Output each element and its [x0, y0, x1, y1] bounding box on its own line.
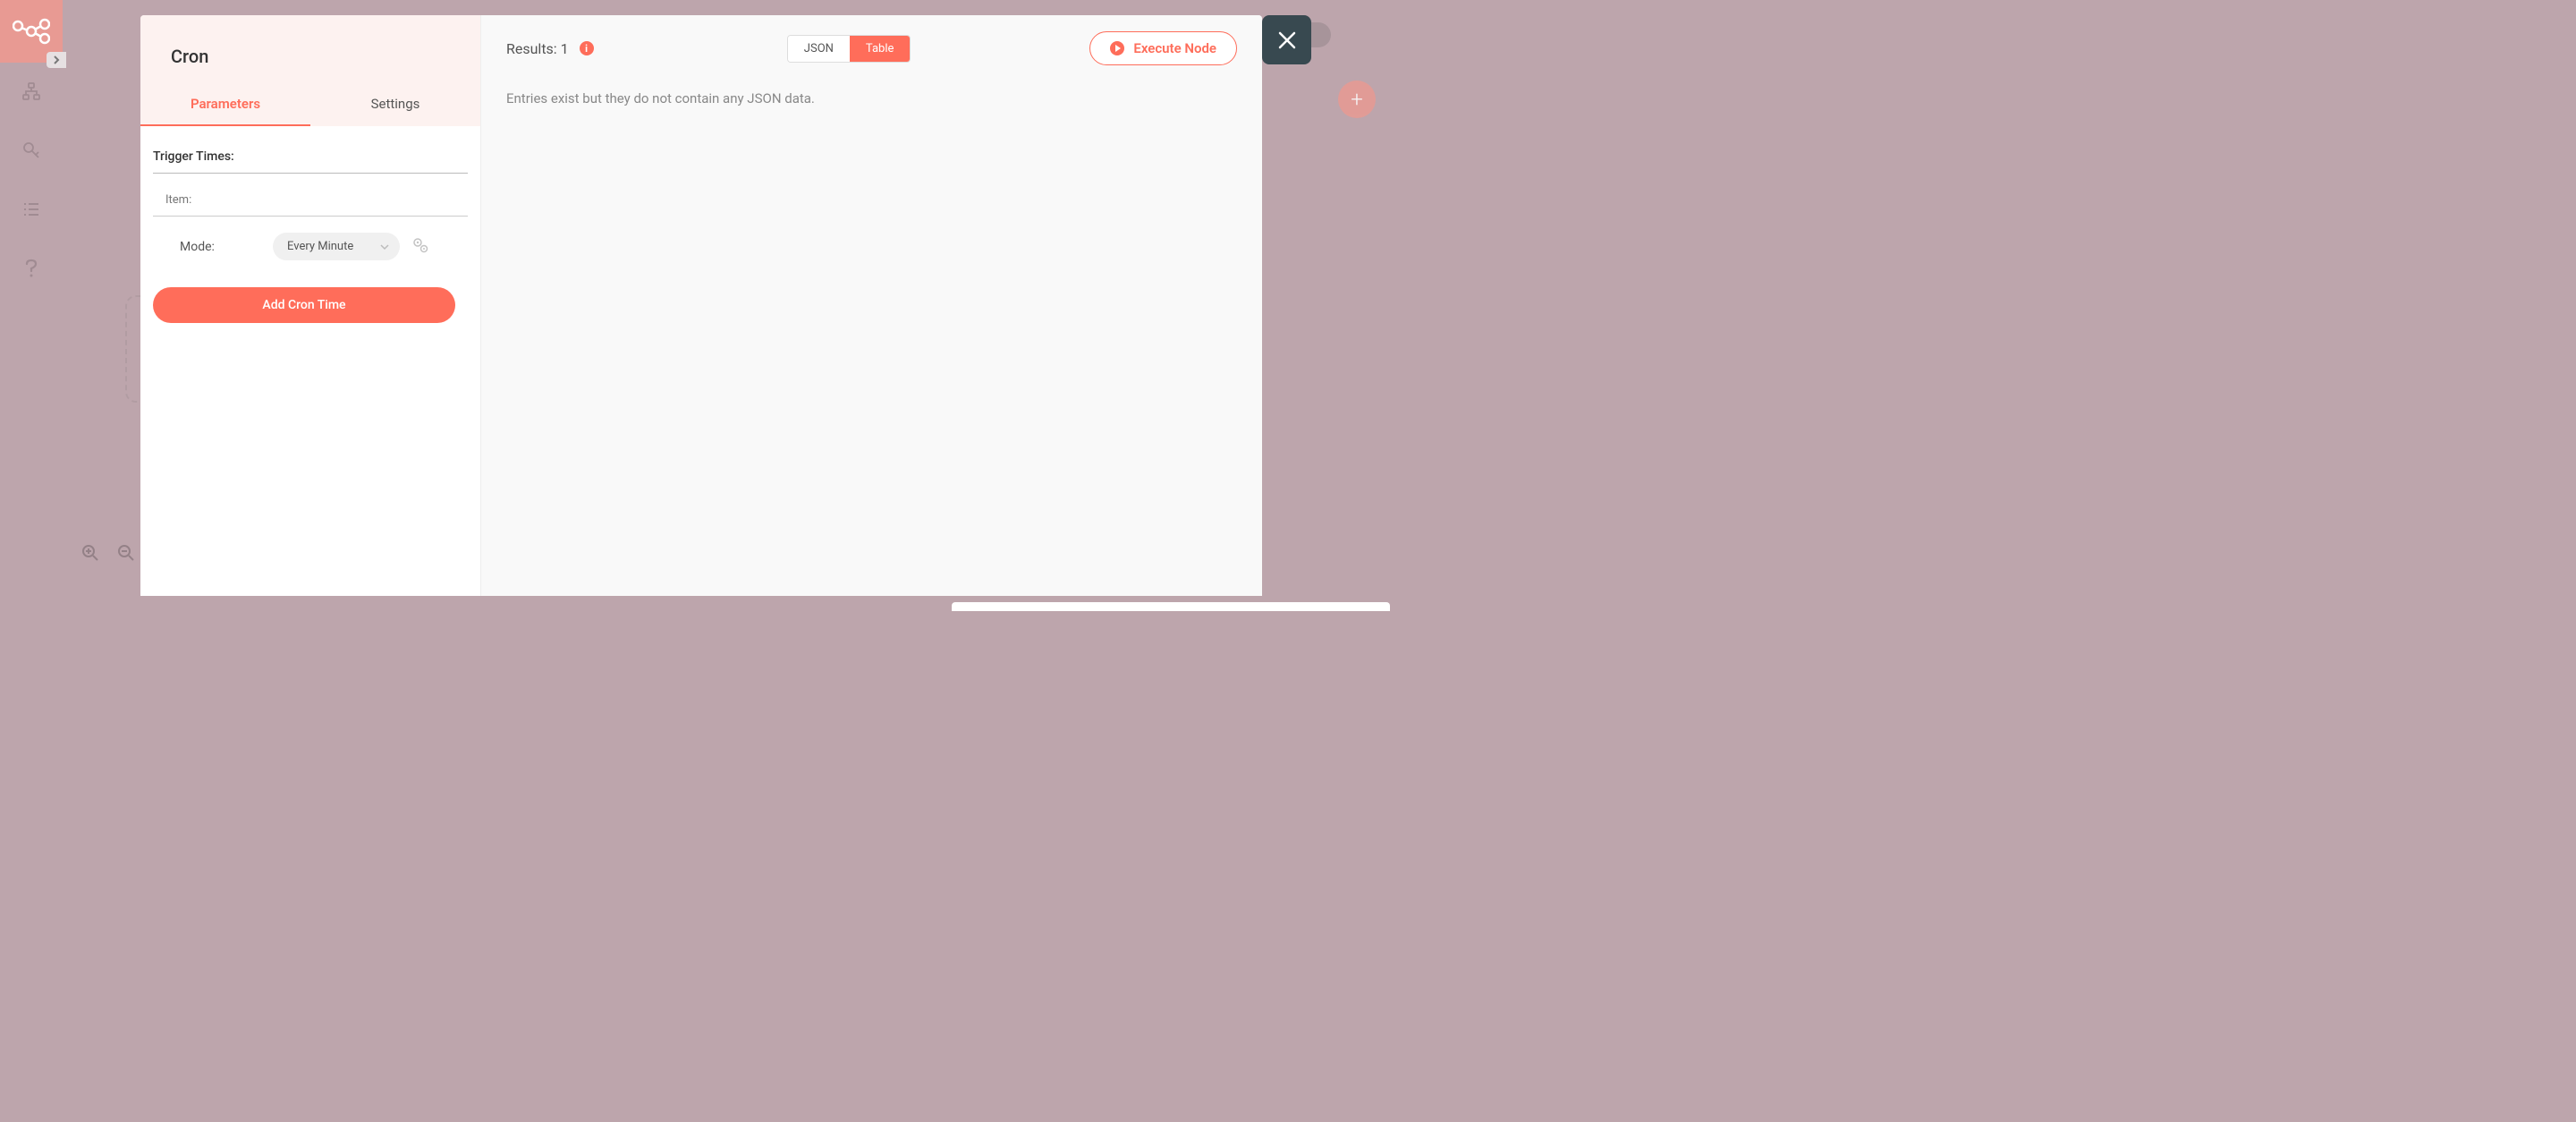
parameters-body: Trigger Times: Item: Mode: Every Minute [140, 126, 480, 336]
gears-icon [412, 237, 428, 253]
zoom-out-icon [117, 544, 135, 562]
node-modal: Cron Parameters Settings Trigger Times: … [140, 15, 1262, 596]
sidebar-item-help[interactable] [21, 258, 42, 279]
key-icon [22, 141, 40, 159]
zoom-controls [77, 540, 140, 566]
plus-icon: + [1351, 87, 1363, 112]
results-empty-message: Entries exist but they do not contain an… [506, 90, 1237, 106]
tab-parameters[interactable]: Parameters [140, 83, 310, 126]
node-title: Cron [140, 33, 480, 83]
sidebar-item-credentials[interactable] [21, 140, 42, 161]
mode-field-label: Mode: [180, 240, 260, 254]
add-cron-time-button[interactable]: Add Cron Time [153, 287, 455, 323]
tab-settings[interactable]: Settings [310, 83, 480, 126]
mode-select-value: Every Minute [287, 240, 353, 253]
mode-field-row: Mode: Every Minute [153, 217, 468, 260]
mode-select[interactable]: Every Minute [273, 233, 400, 260]
zoom-in-button[interactable] [77, 540, 104, 566]
zoom-in-icon [81, 544, 99, 562]
bottom-panel-fragment [952, 602, 1390, 611]
trigger-times-label: Trigger Times: [153, 149, 468, 174]
question-icon [24, 259, 38, 278]
close-icon [1277, 30, 1297, 50]
node-header: Cron Parameters Settings [140, 15, 480, 126]
sidebar-item-workflows[interactable] [21, 81, 42, 102]
execute-node-button[interactable]: Execute Node [1089, 31, 1237, 65]
view-toggle: JSON Table [787, 35, 911, 63]
info-icon: i [585, 43, 588, 55]
sidebar-item-executions[interactable] [21, 199, 42, 220]
sitemap-icon [22, 82, 40, 100]
view-table-button[interactable]: Table [850, 36, 910, 62]
list-icon [22, 201, 40, 217]
results-panel: Results: 1 i JSON Table Execute Node Ent… [481, 15, 1262, 596]
add-node-fab[interactable]: + [1338, 81, 1376, 118]
view-json-button[interactable]: JSON [788, 36, 850, 62]
results-count-label: Results: 1 [506, 40, 569, 57]
close-modal-button[interactable] [1262, 15, 1311, 64]
node-config-panel: Cron Parameters Settings Trigger Times: … [140, 15, 481, 596]
chevron-right-icon [52, 55, 61, 64]
main-sidebar [0, 0, 63, 611]
results-header: Results: 1 i JSON Table Execute Node [506, 31, 1237, 65]
play-icon [1110, 41, 1124, 55]
parameter-options-button[interactable] [412, 237, 428, 257]
chevron-down-icon [380, 243, 389, 251]
execute-node-label: Execute Node [1133, 40, 1216, 56]
n8n-logo-icon [13, 17, 50, 46]
sidebar-expand-button[interactable] [47, 52, 66, 68]
node-tabs: Parameters Settings [140, 83, 480, 126]
app-logo[interactable] [0, 0, 63, 63]
results-count-group: Results: 1 i [506, 40, 594, 57]
item-label: Item: [153, 183, 468, 217]
results-info-button[interactable]: i [580, 41, 594, 55]
zoom-out-button[interactable] [113, 540, 140, 566]
